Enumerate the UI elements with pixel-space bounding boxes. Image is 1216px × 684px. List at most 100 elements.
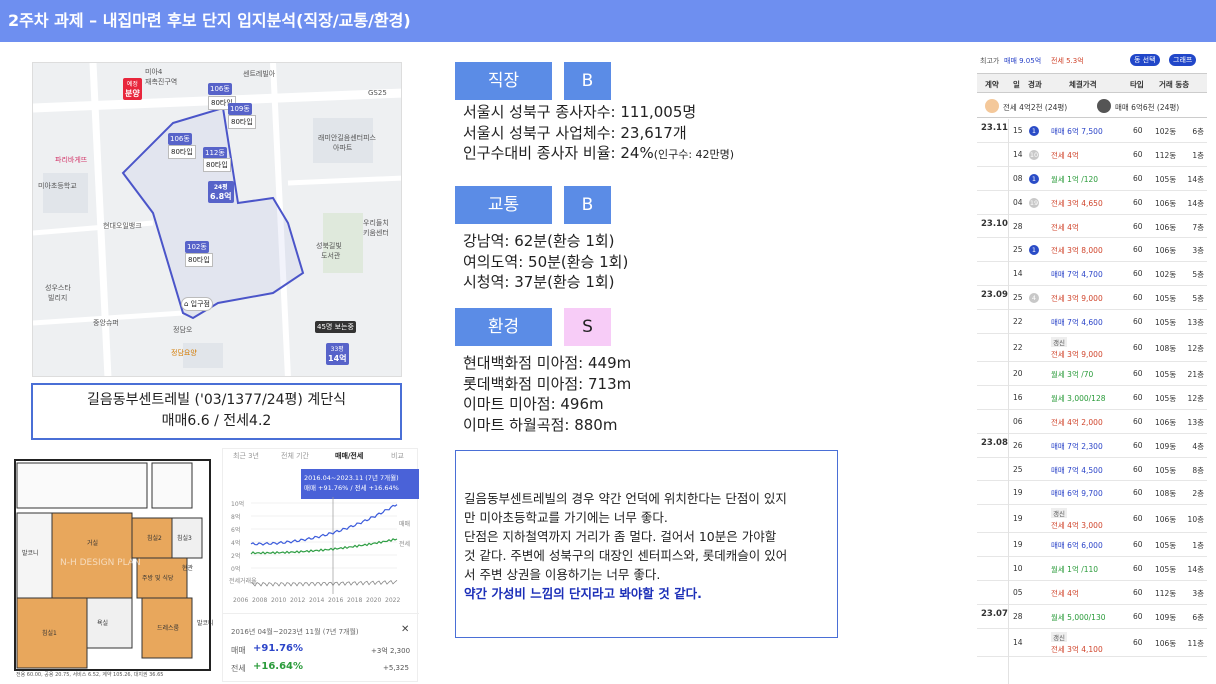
map-label-kiumsenter: 키움센터 <box>363 229 389 237</box>
table-row[interactable]: 16 월세 3,000/128 60 105동 12층 <box>977 386 1207 410</box>
table-row[interactable]: 20 월세 3억 /70 60 105동 21층 <box>977 362 1207 386</box>
work-line: 서울시 성북구 종사자수: 111,005명 <box>463 103 697 121</box>
cell-type: 60 <box>1133 343 1143 353</box>
cell-dong: 106동 <box>1155 222 1177 232</box>
table-row[interactable]: 22 매매 7억 4,600 60 105동 13층 <box>977 310 1207 335</box>
cell-type: 60 <box>1133 514 1143 524</box>
price-pin[interactable]: 24평 6.8억 <box>208 181 234 203</box>
building-label[interactable]: 102동 <box>185 241 209 253</box>
table-row[interactable]: 25 매매 7억 4,500 60 105동 8층 <box>977 458 1207 482</box>
map-label-seongu2: 빌리지 <box>48 294 68 302</box>
price-pin-33[interactable]: 33평 14억 <box>326 343 349 365</box>
cell-floor: 5층 <box>1192 270 1204 280</box>
legend-volume: 전세거래율 <box>229 578 257 585</box>
building-label[interactable]: 106동 <box>168 133 192 145</box>
cell-dong: 108동 <box>1155 344 1177 354</box>
close-icon[interactable]: ✕ <box>401 624 409 635</box>
table-row[interactable]: 23.09 25 4 전세 3억 9,000 60 105동 5층 <box>977 286 1207 311</box>
table-row[interactable]: 23.08 26 매매 7억 2,300 60 109동 4층 <box>977 434 1207 458</box>
top-sale: 매매 9.05억 <box>1004 57 1042 65</box>
cell-price: 전세 4억 <box>1051 222 1079 232</box>
table-row[interactable]: 10 월세 1억 /110 60 105동 14층 <box>977 557 1207 582</box>
caption-line2: 매매6.6 / 전세4.2 <box>161 413 272 429</box>
cell-month: 23.11 <box>981 123 1008 133</box>
floor-plan-footer: 전용 60.00, 공용 20.75, 서비스 6.52, 계약 105.26,… <box>16 672 164 678</box>
cell-price: 전세 3억 9,000 <box>1051 349 1103 359</box>
cell-type: 60 <box>1133 464 1143 474</box>
cell-dong: 109동 <box>1155 612 1177 622</box>
building-label[interactable]: 109동 <box>228 103 252 115</box>
table-row[interactable]: 25 1 전세 3억 8,000 60 106동 3층 <box>977 239 1207 263</box>
col-day: 일 <box>1013 80 1020 89</box>
table-row[interactable]: 23.11 15 1 매매 6억 7,500 60 102동 6층 <box>977 119 1207 143</box>
summary-sale-amt: +3억 2,300 <box>371 647 411 655</box>
cell-floor: 14층 <box>1187 198 1204 208</box>
cell-type: 60 <box>1133 416 1143 426</box>
traffic-line: 여의도역: 50분(환승 1회) <box>463 252 629 271</box>
cell-day: 26 <box>1013 440 1023 450</box>
elapsed-badge: 10 <box>1029 149 1039 160</box>
table-row[interactable]: 08 1 월세 1억 /120 60 105동 14층 <box>977 167 1207 191</box>
env-line: 롯데백화점 미아점: 713m <box>463 374 632 393</box>
cell-dong: 106동 <box>1155 246 1177 256</box>
cell-floor: 11층 <box>1187 638 1204 648</box>
cell-day: 06 <box>1013 416 1023 426</box>
grade-work: B <box>564 62 611 100</box>
cell-price: 월세 3억 /70 <box>1051 369 1094 379</box>
sale-badge[interactable]: 예정 분양 <box>123 78 142 100</box>
summary-sale-pct: +91.76% <box>253 643 304 654</box>
dong-select-button[interactable]: 동 선택 <box>1130 54 1160 66</box>
env-line: 현대백화점 미아점: 449m <box>463 354 632 372</box>
complex-caption: 길음동부센트레빌 ('03/1377/24평) 계단식 매매6.6 / 전세4.… <box>31 383 402 440</box>
building-label[interactable]: 106동 <box>208 83 232 95</box>
renew-badge: 갱신 <box>1051 508 1067 519</box>
cell-day: 22 <box>1013 343 1023 353</box>
map-label-school-top: 미아4 <box>145 68 163 76</box>
table-row[interactable]: 23.07 28 월세 5,000/130 60 109동 6층 <box>977 605 1207 629</box>
price-pin-value: 6.8억 <box>210 192 232 201</box>
table-row[interactable]: 14 10 전세 4억 60 112동 1층 <box>977 143 1207 167</box>
section-tag-work: 직장 <box>455 62 552 100</box>
table-row[interactable]: 19 갱신 전세 4억 3,000 60 106동 10층 <box>977 505 1207 534</box>
legend-jeonse: 전세 <box>399 541 411 548</box>
cell-floor: 3층 <box>1192 246 1204 256</box>
building-type: 80타입 <box>228 115 256 129</box>
cell-dong: 105동 <box>1155 294 1177 304</box>
entrance-label[interactable]: ⌂ 입구점 <box>181 297 213 311</box>
cell-type: 60 <box>1133 564 1143 574</box>
room-label: 발코니 <box>197 620 214 627</box>
cell-day: 20 <box>1013 368 1023 378</box>
cell-dong: 106동 <box>1155 638 1177 648</box>
summary-period: 2016년 04월~2023년 11월 (7년 7개월) <box>231 628 359 636</box>
traffic-line: 시청역: 37분(환승 1회) <box>463 273 615 291</box>
cell-type: 60 <box>1133 245 1143 255</box>
cell-type: 60 <box>1133 488 1143 498</box>
table-row[interactable]: 23.10 28 전세 4억 60 106동 7층 <box>977 215 1207 239</box>
cell-type: 60 <box>1133 221 1143 231</box>
table-row[interactable]: 05 전세 4억 60 112동 3층 <box>977 581 1207 605</box>
cell-type: 60 <box>1133 125 1143 135</box>
table-row[interactable]: 14 매매 7억 4,700 60 102동 5층 <box>977 262 1207 287</box>
price-trend-chart[interactable]: 최근 3년 전체 기간 매매/전세 비교 2016.04~2023.11 (7년… <box>222 448 419 682</box>
cell-price: 전세 4억 2,000 <box>1051 417 1103 427</box>
cell-floor: 6층 <box>1192 612 1204 622</box>
graph-button[interactable]: 그래프 <box>1169 54 1197 66</box>
y-tick: 6억 <box>231 527 241 534</box>
table-row[interactable]: 22 갱신 전세 3억 9,000 60 108동 12층 <box>977 334 1207 362</box>
cell-price: 전세 3억 4,650 <box>1051 198 1103 208</box>
table-row[interactable]: 19 매매 6억 9,700 60 108동 2층 <box>977 482 1207 506</box>
map-view[interactable]: 예정 분양 미아4 재촉진구역 센트레빌아 GS25 래미안길음센터피스 아파트… <box>32 62 402 377</box>
cell-price: 매매 6억 9,700 <box>1051 489 1103 499</box>
table-row[interactable]: 14 갱신 전세 3억 4,100 60 106동 11층 <box>977 629 1207 657</box>
trade-history-panel: 최고가 매매 9.05억 전세 5.3억 동 선택 그래프 계약 일 경과 체결… <box>977 50 1207 684</box>
section-tag-env: 환경 <box>455 308 552 346</box>
table-row[interactable]: 19 매매 6억 6,000 60 105동 1층 <box>977 533 1207 558</box>
sale-badge-top: 예정 <box>126 81 138 88</box>
map-label-jungang: 중앙슈퍼 <box>93 319 119 327</box>
table-row[interactable]: 06 전세 4억 2,000 60 106동 13층 <box>977 410 1207 434</box>
table-row[interactable]: 04 19 전세 3억 4,650 60 106동 14층 <box>977 191 1207 215</box>
series-volume-line <box>250 579 398 587</box>
cell-price: 전세 4억 3,000 <box>1051 521 1103 531</box>
comment-line: 만 미아초등학교를 가기에는 너무 좋다. <box>464 510 668 525</box>
room-label: 주방 및 식당 <box>142 575 174 582</box>
